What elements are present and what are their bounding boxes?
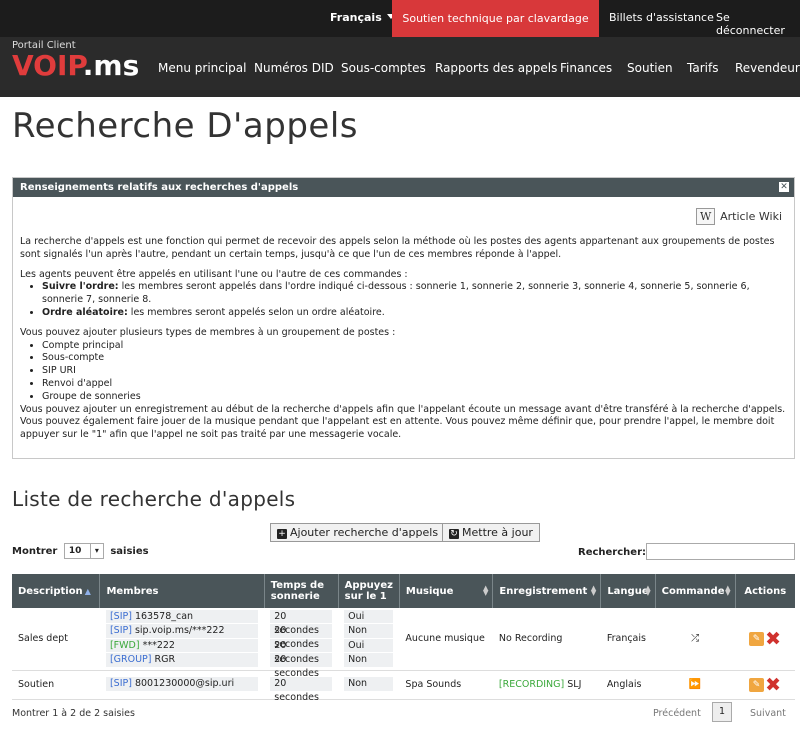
page-size-control: Montrer 10 ▾ saisies	[12, 543, 149, 559]
row-recording: No Recording	[492, 608, 601, 671]
chat-support-button[interactable]: Soutien technique par clavardage	[392, 0, 599, 37]
sort-icon: ▲ ▼	[483, 584, 489, 597]
press1-stack: Non	[344, 677, 394, 692]
row-description: Soutien	[12, 670, 100, 700]
table-row: Soutien [SIP] 8001230000@sip.uri 20 seco…	[12, 670, 795, 703]
press1-stack: Oui Non Oui Non	[344, 609, 394, 668]
row-recording: [RECORDING] SLJ	[492, 670, 601, 700]
member-types-list: Compte principal Sous-compte SIP URI Ren…	[42, 340, 790, 404]
info-paragraph: Vous pouvez également faire jouer de la …	[20, 416, 775, 441]
row-language: Français	[600, 608, 656, 671]
member-entry: [SIP] 163578_can	[105, 609, 259, 625]
info-paragraph: Les agents peuvent être appelés en utili…	[20, 268, 408, 280]
row-music: Spa Sounds	[399, 670, 493, 700]
main-nav: Portail Client VOIP.ms Menu principal Nu…	[0, 37, 800, 97]
nav-item-soutien[interactable]: Soutien	[627, 61, 673, 75]
info-paragraph: Vous pouvez ajouter un enregistrement au…	[20, 403, 786, 415]
edit-icon[interactable]: ✎	[749, 677, 765, 692]
info-panel-title: Renseignements relatifs aux recherches d…	[20, 182, 299, 193]
nav-item-finances[interactable]: Finances	[560, 61, 612, 75]
column-header-command[interactable]: Commande ▲ ▼	[655, 574, 736, 608]
list-item: Renvoi d'appel	[42, 378, 790, 391]
page-title: Recherche D'appels	[12, 106, 358, 146]
pagination-next[interactable]: Suivant	[750, 708, 786, 719]
ring-time-stack: 20 secondes 20 secondes 20 secondes 20 s…	[270, 609, 333, 679]
sort-icon: ▲ ▼	[590, 584, 597, 597]
members-stack: [SIP] 163578_can [SIP] sip.voip.ms/***22…	[105, 609, 259, 668]
info-panel-header: Renseignements relatifs aux recherches d…	[13, 178, 794, 197]
nav-item-menu-principal[interactable]: Menu principal	[158, 61, 247, 75]
wikipedia-icon: W	[696, 208, 716, 225]
column-header-recording[interactable]: Enregistrement ▲ ▼	[492, 574, 602, 608]
list-title: Liste de recherche d'appels	[12, 487, 296, 511]
list-item: Compte principal	[42, 340, 790, 353]
info-panel-body: La recherche d'appels est une fonction q…	[20, 236, 790, 442]
delete-icon[interactable]: ✖	[765, 675, 781, 694]
table-row: Sales dept [SIP] 163578_can [SIP] sip.vo…	[12, 608, 795, 679]
nav-item-tarifs[interactable]: Tarifs	[687, 61, 718, 75]
nav-item-sous-comptes[interactable]: Sous-comptes	[341, 61, 426, 75]
member-entry: [SIP] 8001230000@sip.uri	[105, 677, 259, 692]
column-header-language[interactable]: Langue ▲ ▼	[600, 574, 656, 608]
hunt-group-table: Description ▲ Membres Temps de sonnerie A…	[12, 574, 795, 703]
language-selector[interactable]: Français	[330, 11, 395, 24]
chevron-down-icon: ▾	[89, 544, 103, 558]
column-header-ring-time[interactable]: Temps de sonnerie	[264, 574, 339, 608]
row-description: Sales dept	[12, 608, 100, 671]
logo[interactable]: VOIP.ms	[12, 49, 139, 82]
row-language: Anglais	[600, 670, 656, 700]
close-icon[interactable]: ✕	[779, 182, 789, 192]
info-panel: Renseignements relatifs aux recherches d…	[12, 177, 795, 459]
list-item: SIP URI	[42, 365, 790, 378]
search-label: Rechercher:	[578, 547, 647, 558]
plus-icon: +	[277, 529, 287, 539]
column-header-description[interactable]: Description ▲	[12, 574, 101, 608]
nav-item-rapports[interactable]: Rapports des appels	[435, 61, 557, 75]
info-paragraph: La recherche d'appels est une fonction q…	[20, 236, 775, 260]
search-input[interactable]	[646, 543, 795, 560]
column-header-actions: Actions	[735, 574, 795, 608]
list-item: Sous-compte	[42, 352, 790, 365]
info-paragraph: Vous pouvez ajouter plusieurs types de m…	[20, 326, 396, 338]
row-music: Aucune musique	[399, 608, 493, 671]
page-size-select[interactable]: 10 ▾	[63, 543, 104, 559]
refresh-button[interactable]: ↻ Mettre à jour	[442, 523, 540, 542]
column-header-members: Membres	[99, 574, 265, 608]
pagination-previous[interactable]: Précédent	[653, 708, 701, 719]
members-stack: [SIP] 8001230000@sip.uri	[105, 677, 259, 692]
add-hunt-group-button[interactable]: + Ajouter recherche d'appels	[270, 523, 446, 542]
member-entry: [FWD] ***222	[105, 638, 259, 654]
wiki-link[interactable]: W Article Wiki	[696, 208, 782, 225]
sort-icon: ▲ ▼	[645, 584, 651, 597]
nav-item-numeros-did[interactable]: Numéros DID	[254, 61, 334, 75]
member-entry: [GROUP] RGR	[105, 653, 259, 668]
sort-asc-icon: ▲	[84, 586, 91, 596]
table-info: Montrer 1 à 2 de 2 saisies	[12, 708, 135, 719]
tickets-link[interactable]: Billets d'assistance	[609, 11, 714, 24]
list-item: Suivre l'ordre: les membres seront appel…	[42, 281, 790, 307]
delete-icon[interactable]: ✖	[765, 629, 781, 648]
nav-item-revendeur[interactable]: Revendeur	[735, 61, 800, 75]
command-list: Suivre l'ordre: les membres seront appel…	[42, 281, 790, 319]
shuffle-icon: ⤮	[691, 633, 700, 645]
pagination-page[interactable]: 1	[712, 702, 732, 722]
sort-icon: ▲ ▼	[725, 584, 731, 597]
column-header-press1[interactable]: Appuyez sur le 1	[338, 574, 400, 608]
column-header-music[interactable]: Musique ▲ ▼	[399, 574, 494, 608]
refresh-icon: ↻	[449, 529, 459, 539]
top-bar: Français Soutien technique par clavardag…	[0, 0, 800, 37]
list-item: Ordre aléatoire: les membres seront appe…	[42, 307, 790, 320]
member-entry: [SIP] sip.voip.ms/***222	[105, 624, 259, 639]
fast-forward-icon: ⏩	[688, 679, 702, 690]
edit-icon[interactable]: ✎	[749, 631, 765, 646]
logout-link[interactable]: Se déconnecter	[716, 11, 800, 37]
list-item: Groupe de sonneries	[42, 391, 790, 404]
